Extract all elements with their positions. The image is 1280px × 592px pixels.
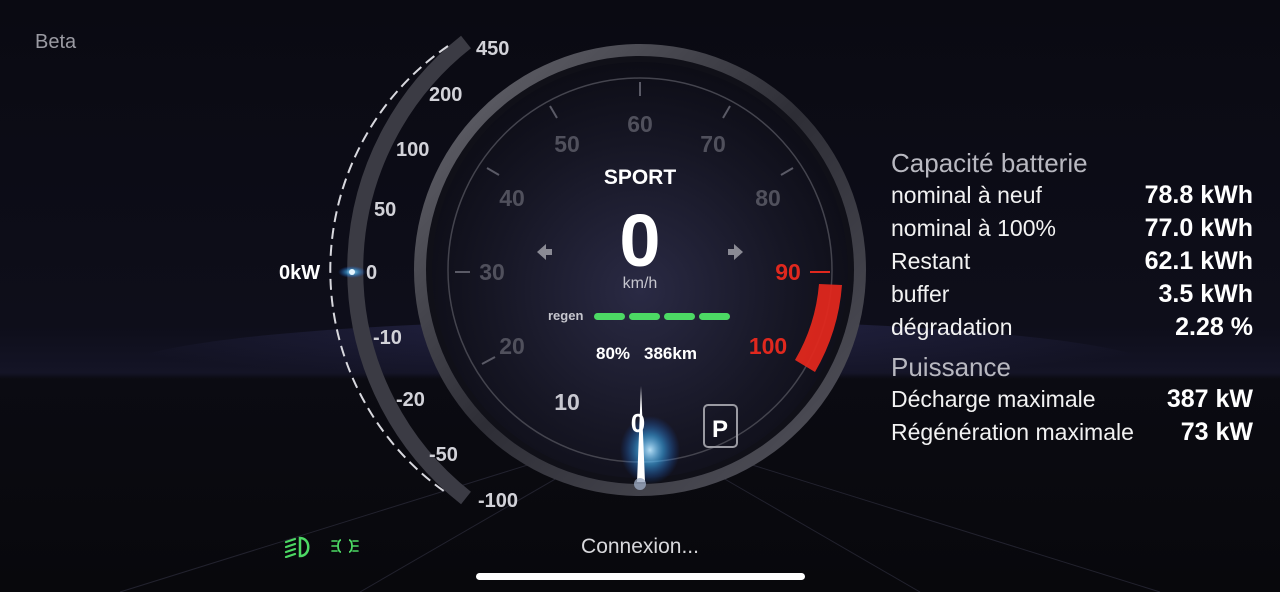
battery-row: nominal à neuf 78.8 kWh bbox=[891, 181, 1253, 214]
regen-label: regen bbox=[548, 308, 583, 323]
battery-row-value: 3.5 kWh bbox=[1158, 280, 1253, 308]
battery-info-panel: Capacité batterie nominal à neuf 78.8 kW… bbox=[891, 148, 1253, 451]
drive-mode: SPORT bbox=[604, 166, 677, 189]
power-row-value: 73 kW bbox=[1180, 418, 1253, 446]
battery-row: buffer 3.5 kWh bbox=[891, 280, 1253, 313]
power-section-title: Puissance bbox=[891, 352, 1011, 382]
battery-row-value: 2.28 % bbox=[1175, 313, 1253, 341]
speed-scale-label: 60 bbox=[627, 111, 653, 137]
power-tick: 50 bbox=[374, 199, 396, 221]
power-tick: -20 bbox=[396, 389, 425, 411]
power-row: Décharge maximale 387 kW bbox=[891, 385, 1253, 418]
battery-row-label: dégradation bbox=[891, 314, 1013, 340]
power-tick: -100 bbox=[478, 490, 518, 512]
power-tick: 200 bbox=[429, 84, 462, 106]
battery-row-value: 77.0 kWh bbox=[1144, 214, 1253, 242]
connection-status: Connexion... bbox=[581, 535, 699, 558]
power-readout: 0kW bbox=[279, 262, 320, 284]
speed-scale-label: 90 bbox=[775, 259, 801, 285]
speed-scale-label: 20 bbox=[499, 333, 525, 359]
speed-scale-label: 80 bbox=[755, 185, 781, 211]
power-tick: 450 bbox=[476, 38, 509, 60]
speed-scale-label: 30 bbox=[479, 259, 505, 285]
speed-scale-label: 70 bbox=[700, 131, 726, 157]
speed-scale-label: 40 bbox=[499, 185, 525, 211]
speed-scale-label: 10 bbox=[554, 389, 580, 415]
needle-value: 0 bbox=[631, 408, 645, 438]
battery-section-title: Capacité batterie bbox=[891, 148, 1088, 178]
battery-row: Restant 62.1 kWh bbox=[891, 247, 1253, 280]
power-tick: -50 bbox=[429, 444, 458, 466]
battery-row-value: 78.8 kWh bbox=[1144, 181, 1253, 209]
regen-segment bbox=[629, 313, 660, 320]
range-estimate: 386km bbox=[644, 344, 697, 363]
speed-unit: km/h bbox=[623, 275, 658, 292]
power-tick: -10 bbox=[373, 327, 402, 349]
battery-row: nominal à 100% 77.0 kWh bbox=[891, 214, 1253, 247]
needle-glow bbox=[620, 416, 680, 484]
battery-row-label: nominal à neuf bbox=[891, 182, 1042, 208]
battery-row-value: 62.1 kWh bbox=[1144, 247, 1253, 275]
battery-row-label: buffer bbox=[891, 281, 950, 307]
gear-indicator: P bbox=[712, 416, 728, 443]
battery-percent: 80% bbox=[596, 344, 630, 363]
speed-scale-label: 50 bbox=[554, 131, 580, 157]
speed-value: 0 bbox=[619, 199, 660, 282]
speed-scale-label: 100 bbox=[749, 333, 787, 359]
battery-row: dégradation 2.28 % bbox=[891, 313, 1253, 346]
regen-segment bbox=[699, 313, 730, 320]
power-row-label: Décharge maximale bbox=[891, 386, 1096, 412]
power-row-label: Régénération maximale bbox=[891, 419, 1134, 445]
battery-row-label: nominal à 100% bbox=[891, 215, 1056, 241]
battery-row-label: Restant bbox=[891, 248, 971, 274]
power-tick: 0 bbox=[366, 262, 377, 284]
power-tick: 100 bbox=[396, 139, 429, 161]
power-row: Régénération maximale 73 kW bbox=[891, 418, 1253, 451]
power-row-value: 387 kW bbox=[1166, 385, 1253, 413]
regen-segment bbox=[594, 313, 625, 320]
home-indicator-bar[interactable] bbox=[476, 573, 805, 580]
regen-segment bbox=[664, 313, 695, 320]
